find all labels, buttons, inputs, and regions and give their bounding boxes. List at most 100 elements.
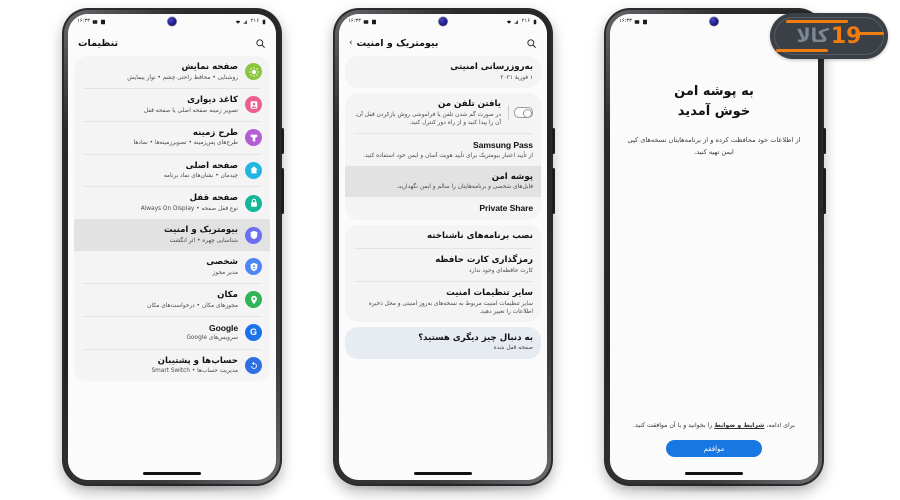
- status-bar-left: ۲۱۶: [235, 19, 267, 25]
- security-update-card: به‌روزرسانی امنیتی ۱ فوریهٔ ۲۰۲۱: [345, 56, 541, 88]
- home-pill[interactable]: [685, 472, 743, 475]
- search-icon[interactable]: [255, 38, 266, 49]
- search-icon[interactable]: [526, 38, 537, 49]
- row-texts: به‌روزرسانی امنیتی ۱ فوریهٔ ۲۰۲۱: [353, 62, 533, 82]
- phone-screen: ۲۱۶ ۱۶:۳۳ بیومتریک و امنیت ›: [339, 14, 547, 480]
- row-subtitle: ۱ فوریهٔ ۲۰۲۱: [500, 74, 533, 81]
- row-looking-for-something[interactable]: به دنبال چیز دیگری هستید؟ صفحه قفل شده: [345, 327, 541, 359]
- row-subtitle: از تأیید اعتبار بیومتریک برای تأیید هویت…: [363, 152, 533, 159]
- signal-icon: [514, 20, 518, 24]
- watermark-text: 19 کالا: [797, 24, 862, 49]
- home-pill[interactable]: [414, 472, 472, 475]
- row-secure-folder[interactable]: پوشه امن فایل‌های شخصی و برنامه‌هایتان ر…: [345, 165, 541, 198]
- welcome-title-line2: خوش آمدید: [677, 104, 751, 120]
- settings-row-biometrics-security[interactable]: بیومتریک و امنیت شناسایی چهره • اثر انگش…: [74, 219, 270, 252]
- row-subtitle: سایر تنظیمات امنیت مربوط به نسخه‌های به‌…: [368, 300, 533, 315]
- status-bar: ۲۱۶ ۱۶:۳۳: [68, 14, 276, 30]
- settings-row-google[interactable]: G Google سرویس‌های Google: [74, 317, 270, 349]
- phone-mockup-secure-folder-welcome: ۲۱۶ ۱۶:۳۳ به پوشه امن خوش آمدید از اطلاع…: [604, 8, 826, 493]
- looking-for-something-card: به دنبال چیز دیگری هستید؟ صفحه قفل شده: [345, 326, 541, 359]
- settings-row-privacy[interactable]: شخصی مدیر مجوز: [74, 251, 270, 283]
- settings-row-texts: صفحه نمایش روشنایی • محافظ راحتی چشم • ن…: [82, 62, 238, 82]
- find-my-phone-toggle-group[interactable]: [508, 105, 533, 121]
- home-pill[interactable]: [143, 472, 201, 475]
- row-samsung-pass[interactable]: Samsung Pass از تأیید اعتبار بیومتریک بر…: [345, 134, 541, 166]
- watermark-logo: 19 کالا: [770, 13, 888, 59]
- front-camera-punchhole: [438, 17, 448, 26]
- settings-row-location[interactable]: مکان مجوزهای مکان • درخواست‌های مکان: [74, 284, 270, 316]
- volume-button[interactable]: [281, 128, 284, 154]
- settings-row-texts: Google سرویس‌های Google: [82, 323, 238, 343]
- app-header-biometrics: بیومتریک و امنیت ›: [339, 30, 547, 56]
- settings-row-title: مکان: [217, 289, 238, 300]
- row-private-share[interactable]: Private Share: [345, 197, 541, 220]
- gallery-icon: [634, 20, 640, 24]
- gesture-nav-bar: [339, 467, 547, 480]
- settings-row-texts: طرح زمینه طرح‌های پس‌زمینه • تصویرزمینه‌…: [82, 128, 238, 148]
- phone-screen: ۲۱۶ ۱۶:۳۳ به پوشه امن خوش آمدید از اطلاع…: [610, 14, 818, 480]
- settings-card: صفحه نمایش روشنایی • محافظ راحتی چشم • ن…: [74, 56, 270, 382]
- front-camera-punchhole: [167, 17, 177, 26]
- row-texts: رمزگذاری کارت حافظه کارت حافظه‌ای وجود ن…: [353, 255, 533, 275]
- toggle-knob: [522, 108, 532, 118]
- settings-row-home-screen[interactable]: صفحه اصلی چیدمان • نشان‌های نماد برنامه: [74, 155, 270, 187]
- settings-row-subtitle: شناسایی چهره • اثر انگشت: [169, 237, 238, 244]
- terms-prefix: برای ادامه،: [764, 422, 795, 430]
- status-battery-label: ۲۱۶: [521, 18, 530, 25]
- watermark-brand: کالا: [796, 25, 829, 47]
- row-title: نصب برنامه‌های ناشناخته: [427, 231, 533, 242]
- home-icon: [245, 161, 262, 179]
- power-button[interactable]: [281, 168, 284, 214]
- page-title-row: بیومتریک و امنیت ›: [349, 38, 438, 49]
- settings-row-texts: صفحه اصلی چیدمان • نشان‌های نماد برنامه: [82, 161, 238, 181]
- row-security-update[interactable]: به‌روزرسانی امنیتی ۱ فوریهٔ ۲۰۲۱: [345, 56, 541, 88]
- row-texts: نصب برنامه‌های ناشناخته: [353, 231, 533, 242]
- settings-row-subtitle: مجوزهای مکان • درخواست‌های مکان: [147, 302, 238, 309]
- agree-button[interactable]: موافقم: [666, 440, 762, 457]
- watermark-bar-right: [858, 32, 884, 35]
- biometrics-list[interactable]: به‌روزرسانی امنیتی ۱ فوریهٔ ۲۰۲۱ یافتن ت…: [339, 56, 547, 467]
- row-subtitle: فایل‌های شخصی و برنامه‌هایتان را سالم و …: [396, 184, 533, 191]
- phone-mockup-biometrics: ۲۱۶ ۱۶:۳۳ بیومتریک و امنیت ›: [333, 8, 555, 493]
- gallery-icon: [92, 20, 98, 24]
- settings-row-subtitle: مدیریت حساب‌ها • Smart Switch: [151, 368, 238, 375]
- status-bar-left: ۲۱۶: [506, 19, 538, 25]
- row-title: به‌روزرسانی امنیتی: [450, 62, 533, 72]
- settings-list[interactable]: صفحه نمایش روشنایی • محافظ راحتی چشم • ن…: [68, 56, 276, 467]
- row-title: پوشه امن: [491, 171, 533, 182]
- settings-row-subtitle: نوع قفل صفحه • Always On Display: [140, 206, 238, 213]
- row-install-unknown-apps[interactable]: نصب برنامه‌های ناشناخته: [345, 225, 541, 248]
- volume-button[interactable]: [552, 128, 555, 154]
- privacy-icon: [245, 258, 262, 276]
- find-my-phone-toggle[interactable]: [514, 107, 533, 119]
- settings-row-title: شخصی: [206, 257, 238, 268]
- welcome-top: به پوشه امن خوش آمدید از اطلاعات خود محا…: [624, 82, 804, 158]
- wallpaper-icon: [245, 96, 262, 114]
- settings-row-texts: بیومتریک و امنیت شناسایی چهره • اثر انگش…: [82, 225, 238, 245]
- row-encrypt-sd-card[interactable]: رمزگذاری کارت حافظه کارت حافظه‌ای وجود ن…: [345, 249, 541, 281]
- terms-link[interactable]: شرایط و ضوابط: [714, 422, 764, 429]
- row-other-security-settings[interactable]: سایر تنظیمات امنیت سایر تنظیمات امنیت مر…: [345, 282, 541, 322]
- wifi-icon: [235, 20, 240, 24]
- status-battery-label: ۲۱۶: [250, 18, 259, 25]
- status-bar: ۲۱۶ ۱۶:۳۳: [339, 14, 547, 30]
- settings-row-title: کاغذ دیواری: [187, 94, 238, 105]
- power-button[interactable]: [552, 168, 555, 214]
- row-subtitle: در صورت گم شدن تلفن یا فراموشی روش بازکر…: [355, 111, 501, 126]
- row-texts: Private Share: [353, 203, 533, 214]
- terms-text: برای ادامه، شرایط و ضوابط را بخوانید و ب…: [624, 421, 804, 431]
- settings-row-accounts-backup[interactable]: حساب‌ها و پشتیبان مدیریت حساب‌ها • Smart…: [74, 350, 270, 382]
- settings-row-display[interactable]: صفحه نمایش روشنایی • محافظ راحتی چشم • ن…: [74, 56, 270, 88]
- chevron-back-icon[interactable]: ›: [349, 38, 353, 48]
- row-title: سایر تنظیمات امنیت: [446, 287, 533, 298]
- settings-row-theme[interactable]: طرح زمینه طرح‌های پس‌زمینه • تصویرزمینه‌…: [74, 122, 270, 154]
- row-find-my-phone[interactable]: یافتن تلفن من در صورت گم شدن تلفن یا فرا…: [345, 93, 541, 133]
- volume-button[interactable]: [823, 128, 826, 154]
- row-title: رمزگذاری کارت حافظه: [435, 254, 533, 265]
- settings-row-wallpaper[interactable]: کاغذ دیواری تصویر زمینه صفحه اصلی یا صفح…: [74, 89, 270, 121]
- row-subtitle: صفحه قفل شده: [493, 345, 533, 352]
- settings-row-lock-screen[interactable]: صفحه قفل نوع قفل صفحه • Always On Displa…: [74, 187, 270, 219]
- row-texts: به دنبال چیز دیگری هستید؟ صفحه قفل شده: [353, 333, 533, 353]
- settings-row-texts: صفحه قفل نوع قفل صفحه • Always On Displa…: [82, 193, 238, 213]
- power-button[interactable]: [823, 168, 826, 214]
